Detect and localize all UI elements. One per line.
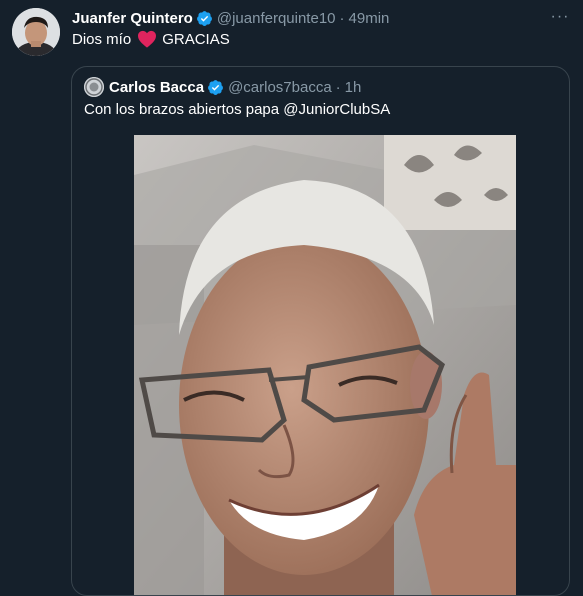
red-heart-icon	[137, 30, 157, 48]
author-name[interactable]: Juanfer Quintero	[72, 10, 193, 27]
quoted-header-separator: ·	[335, 78, 341, 96]
quoted-tweet-header: Carlos Bacca @carlos7bacca · 1h	[84, 77, 361, 97]
verified-badge-icon	[207, 79, 224, 96]
verified-badge-icon	[196, 10, 213, 27]
author-handle[interactable]: @juanferquinte10	[217, 10, 336, 27]
tweet-timestamp[interactable]: 49min	[349, 10, 390, 27]
tweet-text-start: Dios mío	[72, 30, 132, 48]
quoted-tweet-video[interactable]	[134, 135, 516, 595]
tweet-text: Dios mío GRACIAS	[72, 30, 230, 48]
quoted-author-handle[interactable]: @carlos7bacca	[228, 79, 332, 96]
quoted-author-name[interactable]: Carlos Bacca	[109, 79, 204, 96]
tweet-header: Juanfer Quintero @juanferquinte10 · 49mi…	[72, 8, 543, 28]
video-thumbnail-image	[134, 135, 516, 595]
author-avatar[interactable]	[12, 8, 60, 56]
quoted-tweet-text: Con los brazos abiertos papa @JuniorClub…	[84, 101, 391, 118]
header-separator: ·	[339, 9, 345, 27]
quoted-tweet-timestamp[interactable]: 1h	[345, 79, 362, 96]
author-avatar-image	[12, 8, 60, 56]
tweet-text-end: GRACIAS	[162, 30, 230, 48]
more-horizontal-icon[interactable]: ···	[549, 6, 571, 28]
quoted-author-avatar	[84, 77, 104, 97]
quoted-tweet-card[interactable]: Carlos Bacca @carlos7bacca · 1h Con los …	[71, 66, 570, 596]
